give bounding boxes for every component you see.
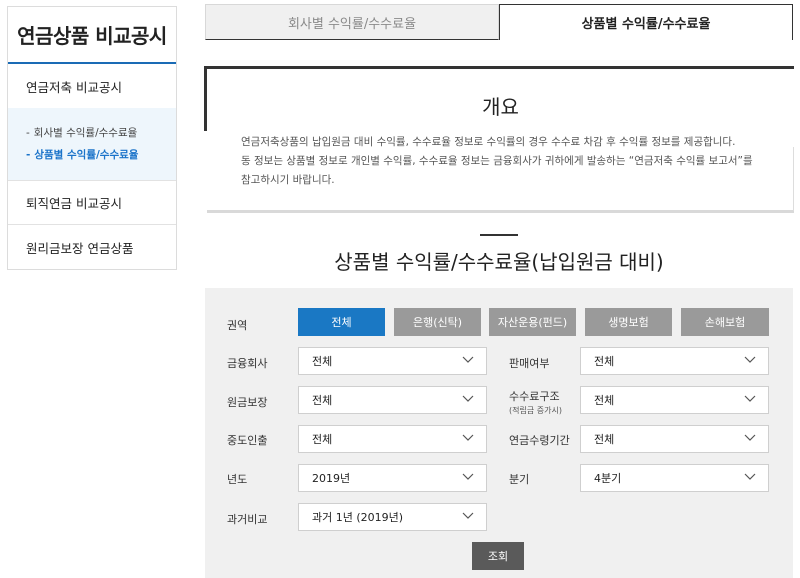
principal-guarantee-select[interactable]: 전체 [298,386,487,414]
overview-box: 개요 연금저축상품의 납입원금 대비 수익률, 수수료율 정보로 수익률의 경우… [204,66,794,213]
sidebar-item-pension-savings[interactable]: 연금저축 비교공시 [8,64,176,108]
past-compare-select[interactable]: 과거 1년 (2019년) [298,503,487,531]
principal-guarantee-label: 원금보장 [227,396,268,409]
chevron-down-icon [744,395,756,402]
quarter-label: 분기 [509,473,530,486]
region-asset-mgmt-button[interactable]: 자산운용(펀드) [489,308,576,336]
chevron-down-icon [462,395,474,402]
chevron-down-icon [744,473,756,480]
section-divider [480,234,518,236]
search-button[interactable]: 조회 [472,542,524,570]
fee-structure-sublabel: (적립금 증가시) [509,406,562,415]
pension-period-select[interactable]: 전체 [580,425,769,453]
sidebar-item-retirement-pension[interactable]: 퇴직연금 비교공시 [8,181,176,225]
sidebar-title: 연금상품 비교공시 [8,7,176,64]
tab-by-product[interactable]: 상품별 수익률/수수료율 [499,4,793,40]
sidebar-submenu: - 회사별 수익률/수수료율 - 상품별 수익률/수수료율 [8,108,176,181]
region-nonlife-insurance-button[interactable]: 손해보험 [681,308,769,336]
sidebar-item-guaranteed-products[interactable]: 원리금보장 연금상품 [8,225,176,269]
sidebar: 연금상품 비교공시 연금저축 비교공시 - 회사별 수익률/수수료율 - 상품별 수… [7,6,177,270]
tab-by-company[interactable]: 회사별 수익률/수수료율 [205,4,499,40]
chevron-down-icon [744,434,756,441]
chevron-down-icon [462,473,474,480]
sidebar-subitem-by-product[interactable]: - 상품별 수익률/수수료율 [26,144,176,166]
region-bank-button[interactable]: 은행(신탁) [394,308,481,336]
chevron-down-icon [744,356,756,363]
sales-status-label: 판매여부 [509,357,550,370]
early-withdrawal-select[interactable]: 전체 [298,425,487,453]
region-all-button[interactable]: 전체 [298,308,385,336]
overview-text: 연금저축상품의 납입원금 대비 수익률, 수수료율 정보로 수익률의 경우 수수… [241,136,753,186]
financial-company-label: 금융회사 [227,357,268,370]
filter-panel: 권역 전체 은행(신탁) 자산운용(펀드) 생명보험 손해보험 금융회사 전체 … [205,288,793,578]
region-life-insurance-button[interactable]: 생명보험 [585,308,672,336]
year-label: 년도 [227,473,248,486]
overview-title: 개요 [482,95,519,119]
sidebar-subitem-by-company[interactable]: - 회사별 수익률/수수료율 [26,122,176,144]
chevron-down-icon [462,434,474,441]
early-withdrawal-label: 중도인출 [227,434,268,447]
section-title: 상품별 수익률/수수료율(납입원금 대비) [334,250,664,274]
past-compare-label: 과거비교 [227,513,268,526]
pension-period-label: 연금수령기간 [509,434,570,447]
tab-bar: 회사별 수익률/수수료율 상품별 수익률/수수료율 [205,4,793,40]
financial-company-select[interactable]: 전체 [298,347,487,375]
year-select[interactable]: 2019년 [298,464,487,492]
fee-structure-select[interactable]: 전체 [580,386,769,414]
chevron-down-icon [462,512,474,519]
region-label: 권역 [227,319,248,332]
fee-structure-label: 수수료구조 (적립금 증가시) [509,390,562,415]
quarter-select[interactable]: 4분기 [580,464,769,492]
sales-status-select[interactable]: 전체 [580,347,769,375]
chevron-down-icon [462,356,474,363]
